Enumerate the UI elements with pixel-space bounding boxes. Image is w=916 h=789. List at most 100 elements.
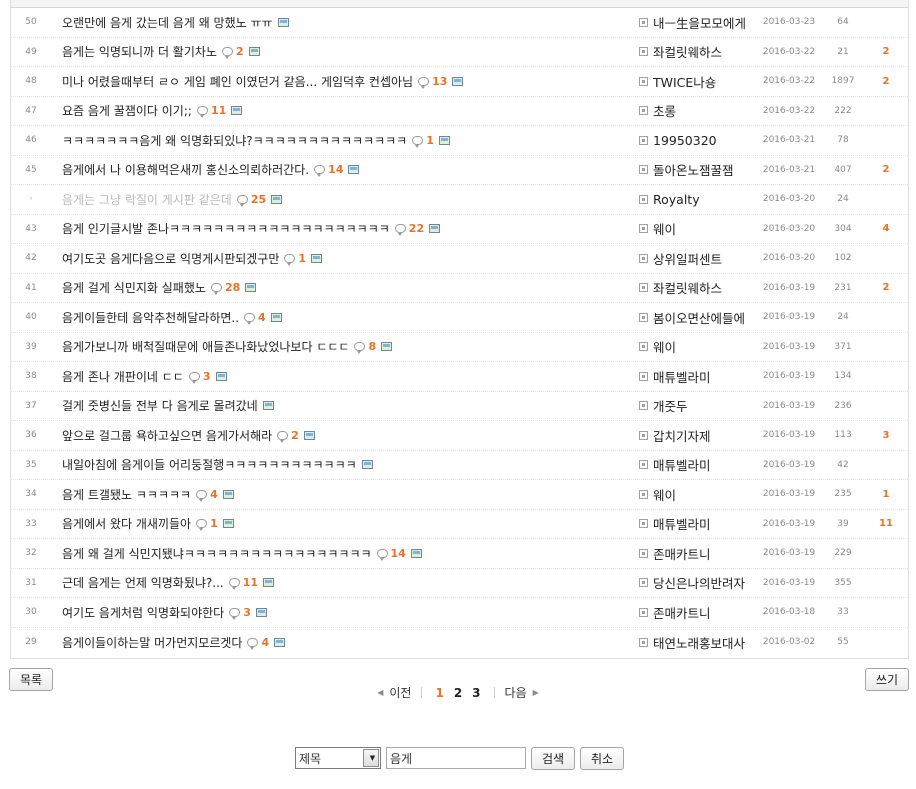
comment-count[interactable]: 2 <box>277 429 299 443</box>
comment-count[interactable]: 13 <box>418 75 447 89</box>
page-link-1[interactable]: 1 <box>435 686 443 700</box>
table-row[interactable]: 34 음게 트갤됐노 ㅋㅋㅋㅋㅋ 4 웨이 2016-03-19 235 1 <box>11 480 908 510</box>
table-row[interactable]: 45 음게에서 나 이용해먹은새끼 홍신소의뢰하러간다. 14 돌아온노잼꿀잼 2016… <box>11 156 908 185</box>
post-author[interactable]: 초롱 <box>639 101 757 120</box>
post-author[interactable]: 매튜벨라미 <box>639 367 757 386</box>
post-author[interactable]: 좌컬릿웨하스 <box>639 278 757 297</box>
cancel-button[interactable]: 취소 <box>580 746 624 770</box>
comment-count[interactable]: 2 <box>221 45 244 60</box>
table-row[interactable]: 50 오랜만에 음게 갔는데 음게 왜 망했노 ㅠㅠ 내ㅡ生을모모에게 2016-03… <box>11 8 908 38</box>
post-author[interactable]: 태연노래홍보대사 <box>639 633 757 652</box>
comment-count[interactable]: 11 <box>228 576 258 591</box>
table-row[interactable]: 37 걸게 줏병신들 전부 다 음게로 몰려갔네 개줏두 2016-03-19 236 <box>11 392 908 421</box>
post-author[interactable]: 갑치기자제 <box>639 426 757 445</box>
post-title-link[interactable]: 음게 트갤됐노 ㅋㅋㅋㅋㅋ <box>62 486 191 503</box>
post-title-link[interactable]: 근데 음게는 언제 익명화됬냐?... <box>62 574 224 591</box>
table-row[interactable]: 40 음게이들한테 음악추천해달라하면.. 4 봄이오면산에들에 2016-03-19 2… <box>11 303 908 333</box>
post-number: 33 <box>25 518 37 529</box>
post-title-link[interactable]: 음게가보니까 배척질때문에 애들존나화났었나보다 ㄷㄷㄷ <box>62 338 349 355</box>
search-button[interactable]: 검색 <box>531 746 575 770</box>
comment-count[interactable]: 22 <box>394 222 424 237</box>
page-link-3[interactable]: 3 <box>472 686 480 700</box>
table-row[interactable]: 47 요즘 음게 꿀잼이다 이기;; 11 초롱 2016-03-22 222 <box>11 97 908 126</box>
comment-count[interactable]: 3 <box>229 606 251 620</box>
comment-count[interactable]: 1 <box>284 252 306 266</box>
post-author[interactable]: 매튜벨라미 <box>639 514 757 533</box>
chevron-down-icon[interactable]: ▼ <box>363 749 379 767</box>
table-row[interactable]: 35 내일아침에 음게이들 어리둥절행ㅋㅋㅋㅋㅋㅋㅋㅋㅋㅋㅋㅋ 매튜벨라미 2016-… <box>11 451 908 480</box>
post-author[interactable]: 19950320 <box>639 133 757 148</box>
table-row[interactable]: 42 여기도곳 음게다음으로 익명게시판되겠구만 1 상위일퍼센트 2016-03-20… <box>11 244 908 274</box>
prev-arrow-icon[interactable]: ◀ <box>377 688 383 697</box>
post-author[interactable]: 개줏두 <box>639 396 757 415</box>
table-row[interactable]: 33 음게에서 왔다 개새끼들아 1 매튜벨라미 2016-03-19 39 11 <box>11 510 908 539</box>
comment-count[interactable]: 4 <box>244 311 266 325</box>
table-row[interactable]: 41 음게 걸게 식민지화 실패했노 28 좌컬릿웨하스 2016-03-19 231 2 <box>11 274 908 303</box>
post-title-link[interactable]: 음게이들한테 음악추천해달라하면.. <box>62 309 239 326</box>
post-author-name: 웨이 <box>653 487 677 503</box>
post-author[interactable]: 매튜벨라미 <box>639 455 757 474</box>
comment-count[interactable]: 3 <box>188 370 211 384</box>
post-author[interactable]: 존매카트니 <box>639 603 757 622</box>
post-author[interactable]: 내ㅡ生을모모에게 <box>639 13 757 32</box>
table-row[interactable]: 38 음게 존나 개판이네 ㄷㄷ 3 매튜벨라미 2016-03-19 134 <box>11 362 908 392</box>
post-title-link[interactable]: 음게 존나 개판이네 ㄷㄷ <box>62 368 184 385</box>
comment-count[interactable]: 14 <box>376 547 406 561</box>
table-row[interactable]: 29 음게이들이하는말 머가먼지모르겟다 4 태연노래홍보대사 2016-03-02 55 <box>11 628 908 658</box>
post-title-link[interactable]: 음게 왜 걸게 식민지됐냐ㅋㅋㅋㅋㅋㅋㅋㅋㅋㅋㅋㅋㅋㅋㅋㅋㅋ <box>62 545 372 562</box>
post-author[interactable]: 웨이 <box>639 337 757 356</box>
table-row[interactable]: › 음게는 그냥 락질이 게시판 같은데 25 Royalty 2016-03-20 24 <box>11 185 908 215</box>
post-title-link[interactable]: 여기도 음게처럼 익명화되야한다 <box>62 604 224 621</box>
table-row[interactable]: 43 음게 인기글시발 존나ㅋㅋㅋㅋㅋㅋㅋㅋㅋㅋㅋㅋㅋㅋㅋㅋㅋㅋㅋㅋ 22 웨이 201… <box>11 215 908 244</box>
comment-count[interactable]: 8 <box>354 340 376 355</box>
table-row[interactable]: 49 음게는 익명되니까 더 활기차노 2 좌컬릿웨하스 2016-03-22 21 2 <box>11 38 908 67</box>
post-title-link[interactable]: 걸게 줏병신들 전부 다 음게로 몰려갔네 <box>62 397 258 414</box>
search-input[interactable]: 음게 <box>386 747 526 769</box>
post-title-link[interactable]: 음게 인기글시발 존나ㅋㅋㅋㅋㅋㅋㅋㅋㅋㅋㅋㅋㅋㅋㅋㅋㅋㅋㅋㅋ <box>62 220 390 237</box>
search-scope-select[interactable]: 제목 ▼ <box>295 747 381 769</box>
post-title-link[interactable]: 음게에서 나 이용해먹은새끼 홍신소의뢰하러간다. <box>62 161 309 178</box>
post-author[interactable]: 웨이 <box>639 485 757 504</box>
table-row[interactable]: 32 음게 왜 걸게 식민지됐냐ㅋㅋㅋㅋㅋㅋㅋㅋㅋㅋㅋㅋㅋㅋㅋㅋㅋ 14 존매카트니 2… <box>11 539 908 569</box>
post-title-link[interactable]: ㅋㅋㅋㅋㅋㅋㅋ음게 왜 익명화되있냐?ㅋㅋㅋㅋㅋㅋㅋㅋㅋㅋㅋㅋㅋㅋ <box>62 132 407 149</box>
post-author[interactable]: Royalty <box>639 192 757 207</box>
post-title-link[interactable]: 음게이들이하는말 머가먼지모르겟다 <box>62 634 242 651</box>
table-row[interactable]: 46 ㅋㅋㅋㅋㅋㅋㅋ음게 왜 익명화되있냐?ㅋㅋㅋㅋㅋㅋㅋㅋㅋㅋㅋㅋㅋㅋ 1 1995… <box>11 126 908 156</box>
table-row[interactable]: 39 음게가보니까 배척질때문에 애들존나화났었나보다 ㄷㄷㄷ 8 웨이 2016-03… <box>11 333 908 362</box>
post-title-link[interactable]: 음게는 그냥 락질이 게시판 같은데 <box>62 191 232 208</box>
comment-count[interactable]: 28 <box>210 281 240 296</box>
comment-count[interactable]: 25 <box>236 193 266 207</box>
comment-count[interactable]: 4 <box>247 636 269 650</box>
comment-count[interactable]: 1 <box>196 517 218 532</box>
comment-count[interactable]: 11 <box>196 104 226 119</box>
next-arrow-icon[interactable]: ▶ <box>533 688 539 697</box>
table-row[interactable]: 36 앞으로 걸그룹 욕하고싶으면 음게가서해라 2 갑치기자제 2016-03-19 1… <box>11 421 908 451</box>
post-title-link[interactable]: 미나 어렸을때부터 ㄹㅇ 게임 폐인 이였던거 같음... 게임덕후 컨셉아님 <box>62 73 413 90</box>
comment-count[interactable]: 14 <box>314 163 343 178</box>
post-title-link[interactable]: 음게는 익명되니까 더 활기차노 <box>62 43 217 60</box>
post-author[interactable]: 봄이오면산에들에 <box>639 308 757 327</box>
table-row[interactable]: 31 근데 음게는 언제 익명화됬냐?... 11 당신은나의반려자 2016-03-1… <box>11 569 908 598</box>
table-row[interactable]: 48 미나 어렸을때부터 ㄹㅇ 게임 폐인 이였던거 같음... 게임덕후 컨셉아… <box>11 67 908 97</box>
post-author[interactable]: 상위일퍼센트 <box>639 249 757 268</box>
post-title-link[interactable]: 오랜만에 음게 갔는데 음게 왜 망했노 ㅠㅠ <box>62 14 273 31</box>
post-author[interactable]: 당신은나의반려자 <box>639 573 757 592</box>
post-title-link[interactable]: 음게에서 왔다 개새끼들아 <box>62 515 191 532</box>
comment-count[interactable]: 1 <box>412 134 434 148</box>
post-title-link[interactable]: 요즘 음게 꿀잼이다 이기;; <box>62 102 192 119</box>
post-author[interactable]: 돌아온노잼꿀잼 <box>639 160 757 179</box>
post-author[interactable]: 좌컬릿웨하스 <box>639 42 757 61</box>
post-author[interactable]: 존매카트니 <box>639 544 757 563</box>
post-title-link[interactable]: 여기도곳 음게다음으로 익명게시판되겠구만 <box>62 250 279 267</box>
comment-count[interactable]: 4 <box>196 488 218 502</box>
post-title-link[interactable]: 내일아침에 음게이들 어리둥절행ㅋㅋㅋㅋㅋㅋㅋㅋㅋㅋㅋㅋ <box>62 456 357 473</box>
prev-page-link[interactable]: 이전 <box>389 684 411 701</box>
next-page-link[interactable]: 다음 <box>505 684 527 701</box>
post-author[interactable]: 웨이 <box>639 219 757 238</box>
post-author[interactable]: TWICE나숑 <box>639 72 757 91</box>
post-title-link[interactable]: 앞으로 걸그룹 욕하고싶으면 음게가서해라 <box>62 427 272 444</box>
table-row[interactable]: 30 여기도 음게처럼 익명화되야한다 3 존매카트니 2016-03-18 33 <box>11 598 908 628</box>
post-number: 47 <box>25 105 37 116</box>
post-title-link[interactable]: 음게 걸게 식민지화 실패했노 <box>62 279 206 296</box>
page-link-2[interactable]: 2 <box>454 686 462 700</box>
